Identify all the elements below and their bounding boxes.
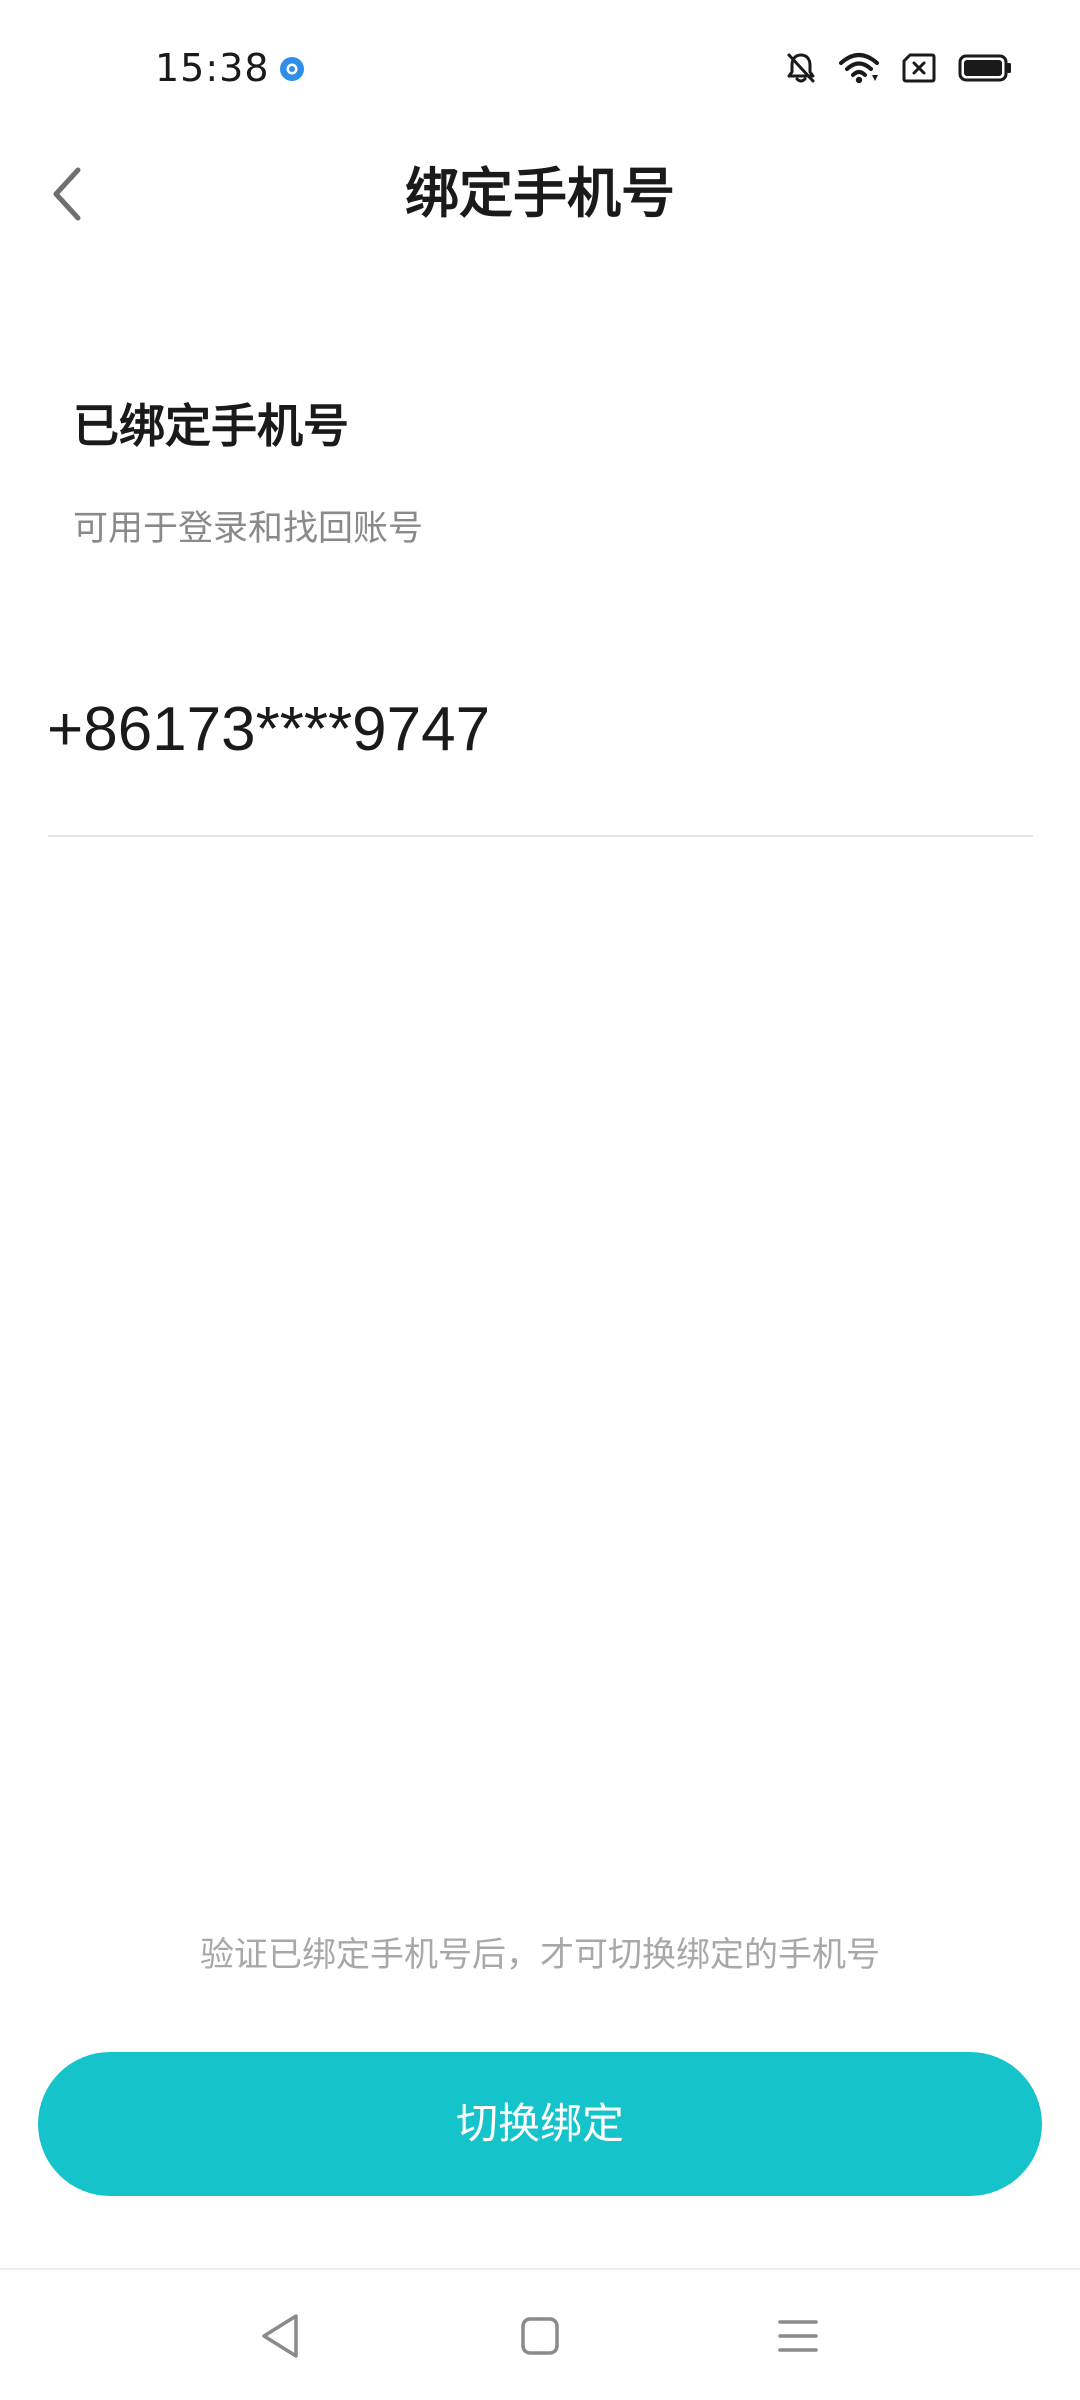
location-dot-icon bbox=[279, 56, 305, 82]
chevron-left-icon bbox=[53, 167, 81, 221]
divider bbox=[48, 835, 1033, 837]
switch-binding-button[interactable]: 切换绑定 bbox=[38, 2052, 1042, 2196]
status-icons bbox=[786, 46, 1012, 90]
section-subtitle: 可用于登录和找回账号 bbox=[73, 509, 424, 549]
page-title: 绑定手机号 bbox=[405, 162, 675, 225]
nav-menu-icon bbox=[778, 2320, 818, 2352]
wifi-icon bbox=[838, 51, 880, 85]
status-bar: 15:38 bbox=[0, 0, 1080, 140]
nav-home-icon bbox=[521, 2317, 559, 2355]
sim-off-icon bbox=[902, 53, 936, 83]
back-button[interactable] bbox=[40, 158, 94, 230]
bell-off-icon bbox=[786, 51, 816, 85]
system-back-button[interactable] bbox=[244, 2300, 316, 2372]
system-nav-bar bbox=[0, 2268, 1080, 2400]
switch-hint-text: 验证已绑定手机号后，才可切换绑定的手机号 bbox=[200, 1935, 880, 1975]
system-home-button[interactable] bbox=[504, 2300, 576, 2372]
status-time: 15:38 bbox=[155, 46, 270, 90]
battery-icon bbox=[958, 53, 1012, 83]
nav-back-icon bbox=[262, 2314, 298, 2358]
section-title: 已绑定手机号 bbox=[73, 399, 349, 453]
system-menu-button[interactable] bbox=[762, 2300, 834, 2372]
bound-phone-number: +86173****9747 bbox=[47, 695, 491, 764]
